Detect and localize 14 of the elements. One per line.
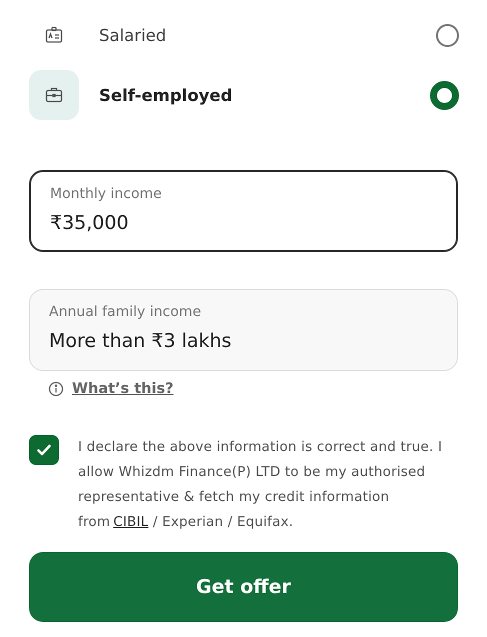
get-offer-button[interactable]: Get offer	[29, 552, 458, 622]
radio-button[interactable]	[430, 80, 459, 110]
checkbox[interactable]	[29, 435, 59, 465]
input-field[interactable]: Monthly income ₹35,000	[29, 170, 458, 252]
radio-button[interactable]	[436, 24, 459, 46]
input-field[interactable]: Annual family income More than ₹3 lakhs	[29, 289, 458, 371]
option-label: Salaried	[99, 26, 168, 44]
briefcase-icon	[45, 86, 63, 104]
option-label: Self-employed	[99, 86, 234, 104]
cibil-link[interactable]: CIBIL	[113, 514, 148, 530]
info-icon	[48, 381, 64, 397]
id-card-icon	[45, 26, 63, 44]
whats-this-link[interactable]: What’s this?	[72, 381, 174, 397]
declaration-text: I declare the above information is correct and true. I allow Whizdm Finance(P) LTD to be my authorised representative & fetch my credit information from CIBIL / Experian / Equifax.	[78, 438, 444, 532]
